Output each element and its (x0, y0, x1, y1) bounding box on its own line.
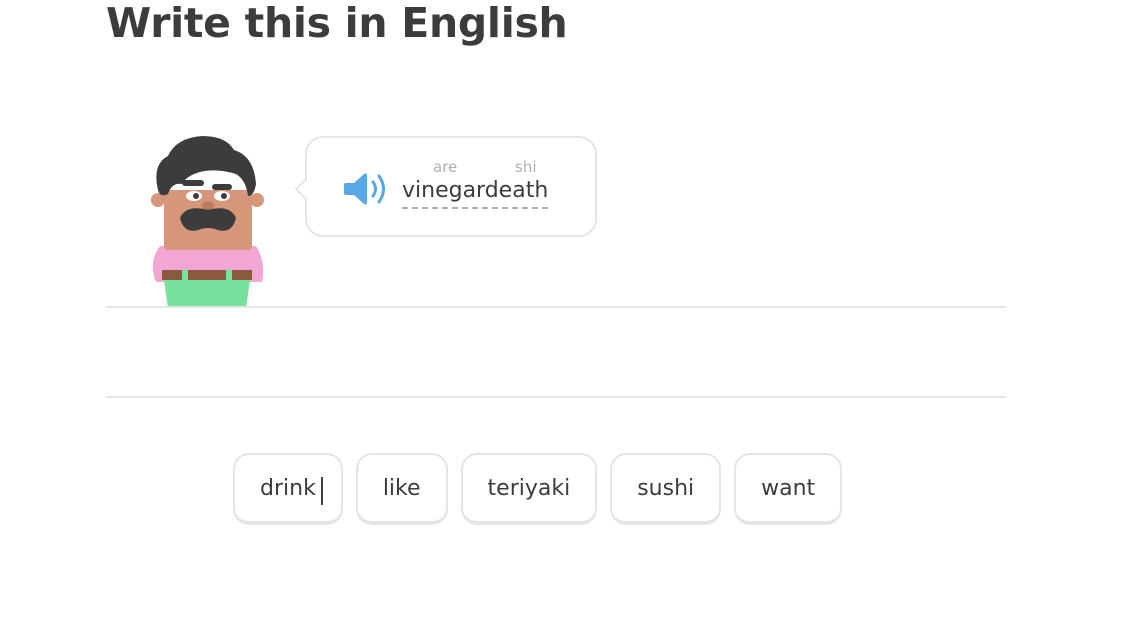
prompt-phrase[interactable]: vinegardeath (402, 178, 549, 209)
bubble-tail (294, 177, 318, 201)
speech-bubble: are shi vinegardeath (294, 136, 597, 237)
speaker-icon-graphic (344, 173, 385, 205)
word-bank: drink like teriyaki sushi want (233, 453, 843, 525)
speaker-icon[interactable] (344, 171, 388, 207)
word-tile-label: teriyaki (487, 475, 571, 501)
answer-area[interactable] (106, 308, 1006, 396)
word-tile-like[interactable]: like (355, 453, 448, 525)
word-tile-label: want (761, 475, 816, 501)
word-tile-label: drink (260, 475, 316, 501)
word-tile-drink[interactable]: drink (233, 453, 343, 525)
character-illustration (151, 136, 264, 308)
text-cursor (321, 477, 323, 505)
hint-label: shi (515, 158, 537, 176)
word-tile-sushi[interactable]: sushi (610, 453, 722, 525)
answer-line-bottom (106, 396, 1006, 398)
word-tile-label: sushi (637, 475, 695, 501)
word-tile-teriyaki[interactable]: teriyaki (460, 453, 598, 525)
hint-label: are (433, 158, 458, 176)
word-tile-want[interactable]: want (734, 453, 843, 525)
character-avatar (146, 134, 270, 308)
challenge-page: Write this in English are shi vinegardea… (0, 0, 1138, 621)
page-title: Write this in English (106, 0, 568, 47)
word-tile-label: like (382, 475, 421, 501)
